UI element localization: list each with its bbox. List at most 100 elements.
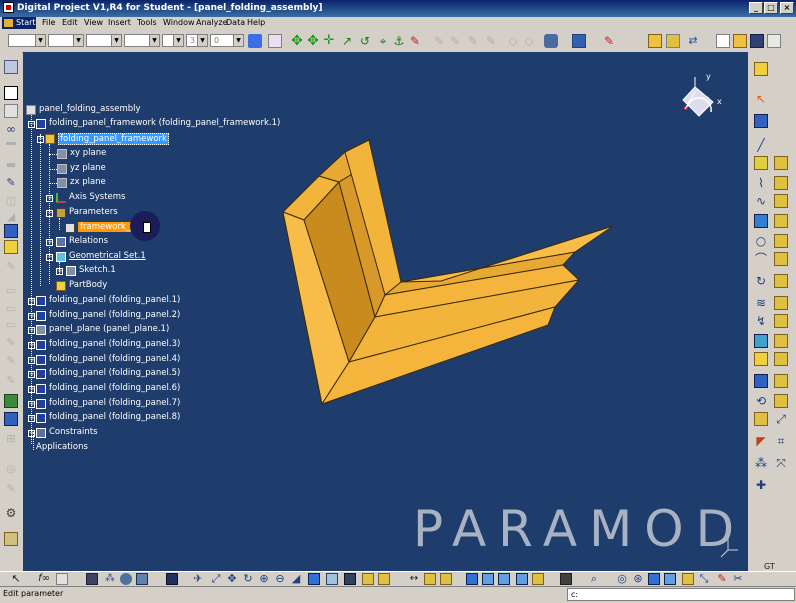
select-icon[interactable]: ↖: [10, 573, 22, 585]
close-button[interactable]: ×: [780, 2, 794, 14]
binoculars-icon[interactable]: ∞: [4, 122, 18, 136]
view-mode-icon[interactable]: [378, 573, 390, 585]
comment-icon[interactable]: [56, 573, 68, 585]
view-3-icon[interactable]: [682, 573, 694, 585]
law-icon[interactable]: ✚: [754, 478, 768, 492]
snap-icon[interactable]: ✛: [322, 34, 336, 48]
swap-visible-icon[interactable]: [362, 573, 374, 585]
fillet-icon[interactable]: [774, 394, 788, 408]
fill-icon[interactable]: [774, 234, 788, 248]
split-icon[interactable]: [754, 214, 768, 228]
pan-icon[interactable]: ✥: [290, 34, 304, 48]
measure-icon[interactable]: ↗: [340, 34, 354, 48]
render-3-icon[interactable]: [498, 573, 510, 585]
extract-icon[interactable]: [774, 374, 788, 388]
rotate-view-icon[interactable]: ↻: [242, 573, 254, 585]
shading-icon[interactable]: [326, 573, 338, 585]
render-2-icon[interactable]: [482, 573, 494, 585]
translate-icon[interactable]: [754, 374, 768, 388]
3d-viewport[interactable]: panel_folding_assembly − folding_panel_f…: [23, 52, 748, 571]
revolve-icon[interactable]: [774, 194, 788, 208]
open-file-icon[interactable]: [733, 34, 747, 48]
render-4-icon[interactable]: [516, 573, 528, 585]
move-icon[interactable]: ✥: [306, 34, 320, 48]
boundary-icon[interactable]: [774, 352, 788, 366]
menu-view[interactable]: View: [84, 18, 103, 27]
sketch-icon[interactable]: [4, 60, 18, 74]
minimize-button[interactable]: _: [749, 2, 763, 14]
reframe-icon[interactable]: ◎: [616, 573, 628, 585]
normal-view-icon[interactable]: ◢: [290, 573, 302, 585]
helix-icon[interactable]: ⌇: [754, 176, 768, 190]
tag-icon[interactable]: [754, 114, 768, 128]
settings-icon[interactable]: ⚙: [4, 506, 18, 520]
sphere-icon[interactable]: [774, 214, 788, 228]
zoom-out-icon[interactable]: ⊖: [274, 573, 286, 585]
connect-icon[interactable]: ⌒: [754, 252, 768, 266]
render-1-icon[interactable]: [466, 573, 478, 585]
parallel-icon[interactable]: ≋: [754, 296, 768, 310]
circle-icon[interactable]: ○: [754, 234, 768, 248]
axis-icon[interactable]: ⌖: [376, 34, 390, 48]
intersection-icon[interactable]: [754, 334, 768, 348]
hide-show-icon[interactable]: [344, 573, 356, 585]
fit-all-icon[interactable]: ⤢: [210, 573, 222, 585]
join-icon[interactable]: [774, 296, 788, 310]
rotate-icon[interactable]: ↺: [358, 34, 372, 48]
projection-icon[interactable]: ↯: [754, 314, 768, 328]
painter-icon[interactable]: [248, 34, 262, 48]
rotate-3d-icon[interactable]: ⟲: [754, 394, 768, 408]
trim-icon[interactable]: [774, 334, 788, 348]
corner-icon[interactable]: ↻: [754, 274, 768, 288]
menu-start[interactable]: Start: [2, 17, 36, 29]
folder-icon[interactable]: [648, 34, 662, 48]
healing-icon[interactable]: [774, 314, 788, 328]
update-icon[interactable]: [166, 573, 178, 585]
save-icon[interactable]: [750, 34, 764, 48]
point-symbol-combo[interactable]: ▼: [162, 34, 184, 47]
pattern-icon[interactable]: ⁂: [754, 456, 768, 470]
swap-icon[interactable]: ⇄: [686, 34, 700, 48]
view-1-icon[interactable]: [648, 573, 660, 585]
chamfer-icon[interactable]: ◤: [754, 434, 768, 448]
new-file-icon[interactable]: [716, 34, 730, 48]
blend-icon[interactable]: [774, 274, 788, 288]
measure-inertia-icon[interactable]: [440, 573, 452, 585]
affinity-icon[interactable]: ⌗: [774, 434, 788, 448]
rule-icon[interactable]: [136, 573, 148, 585]
table-icon[interactable]: [86, 573, 98, 585]
formula-icon[interactable]: ✎: [4, 176, 18, 190]
menu-data[interactable]: Data: [226, 18, 245, 27]
camera-icon[interactable]: [560, 573, 572, 585]
search-icon[interactable]: ⌕: [588, 573, 600, 585]
maximize-button[interactable]: □: [764, 2, 778, 14]
exit-workbench-icon[interactable]: [4, 86, 18, 100]
multi-section-icon[interactable]: [774, 252, 788, 266]
menu-analyze[interactable]: Analyze: [196, 18, 228, 27]
plane-icon[interactable]: [754, 156, 768, 170]
menu-edit[interactable]: Edit: [62, 18, 78, 27]
axis-to-axis-icon[interactable]: ⤧: [774, 456, 788, 470]
catalog-browser-icon[interactable]: [4, 240, 18, 254]
linetype-combo[interactable]: ▼: [86, 34, 122, 47]
law-editor-icon[interactable]: ⁂: [104, 573, 116, 585]
fill-color-combo[interactable]: ▼: [8, 34, 46, 47]
fix-icon[interactable]: ⚓: [392, 34, 406, 48]
catalog-icon[interactable]: [544, 34, 558, 48]
symmetry-icon[interactable]: [754, 412, 768, 426]
paste-icon[interactable]: [666, 34, 680, 48]
menu-help[interactable]: Help: [247, 18, 265, 27]
extrude-icon[interactable]: [774, 176, 788, 190]
properties-icon[interactable]: [268, 34, 282, 48]
view-5-icon[interactable]: ✎: [716, 573, 728, 585]
pointer-icon[interactable]: ↖: [754, 92, 768, 106]
pan-view-icon[interactable]: ✥: [226, 573, 238, 585]
print-icon[interactable]: [767, 34, 781, 48]
part-icon[interactable]: [4, 224, 18, 238]
tag-icon[interactable]: [4, 412, 18, 426]
offset-icon[interactable]: [754, 352, 768, 366]
fly-icon[interactable]: ✈: [192, 573, 204, 585]
lineweight-combo[interactable]: ▼: [124, 34, 160, 47]
publish-icon[interactable]: [572, 34, 586, 48]
body-icon[interactable]: [754, 62, 768, 76]
